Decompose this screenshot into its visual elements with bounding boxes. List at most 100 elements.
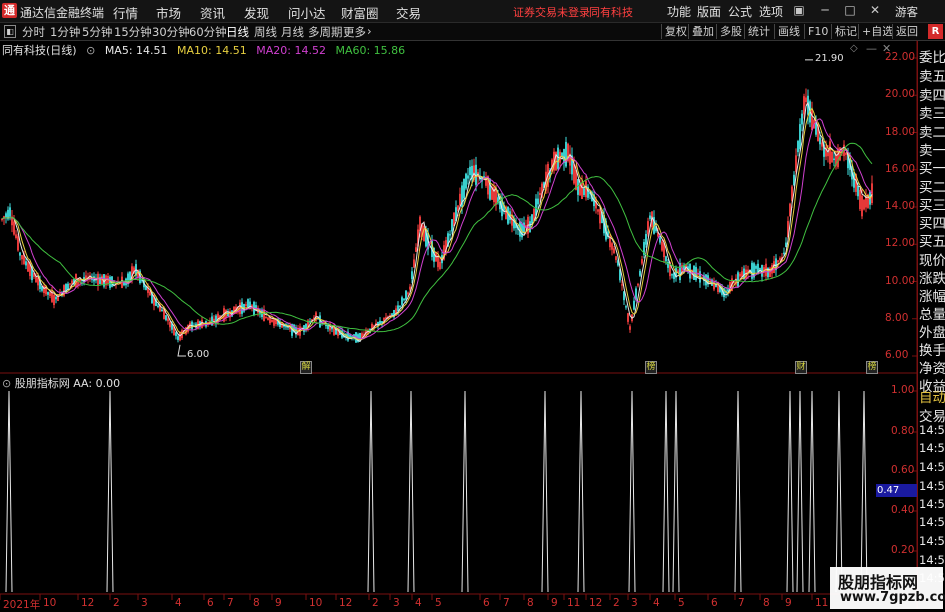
candle-body xyxy=(727,289,729,292)
quote-label[interactable]: 卖一 xyxy=(919,139,945,159)
tool-tongji[interactable]: 统计 xyxy=(744,24,773,39)
x-tick-label: 4 xyxy=(653,597,660,609)
tool-f10[interactable]: F10 xyxy=(804,24,831,39)
menu-shichang[interactable]: 市场 xyxy=(156,3,181,22)
menu-banmian[interactable]: 版面 xyxy=(697,3,721,20)
candle-body xyxy=(557,147,559,169)
indicator-settings-icon[interactable]: ⊙ xyxy=(2,377,11,390)
quote-label[interactable]: 卖二 xyxy=(919,121,945,141)
tool-fanhui[interactable]: 返回 xyxy=(892,24,921,39)
quote-label[interactable]: 买四 xyxy=(919,212,945,232)
indicator-spike xyxy=(835,390,843,593)
quote-label[interactable]: 卖三 xyxy=(919,102,945,122)
quote-label[interactable]: 涨幅 xyxy=(919,285,945,305)
quote-label[interactable]: 委比 xyxy=(919,46,945,66)
x-tick-label: 2021年 xyxy=(3,599,41,611)
x-tick-label: 2 xyxy=(113,597,120,609)
quote-label[interactable]: 卖四 xyxy=(919,84,945,104)
maximize-icon[interactable]: □ xyxy=(843,3,857,17)
quote-label[interactable]: 买三 xyxy=(919,194,945,214)
period-more[interactable]: 更多 xyxy=(343,24,366,40)
period-weekly[interactable]: 周线 xyxy=(254,24,277,40)
menu-wenxiaoda[interactable]: 问小达 xyxy=(288,3,326,22)
candle-body xyxy=(793,174,795,186)
candle-body xyxy=(755,265,757,269)
quote-label[interactable]: 14:56 xyxy=(919,479,945,493)
candle-body xyxy=(175,332,177,336)
period-60min[interactable]: 60分钟 xyxy=(189,24,227,40)
quote-label[interactable]: 现价 xyxy=(919,249,945,269)
tool-add-favorite[interactable]: +自选 xyxy=(858,24,896,39)
period-fenshi[interactable]: 分时 xyxy=(22,24,45,40)
candle-body xyxy=(853,172,855,188)
period-1min[interactable]: 1分钟 xyxy=(50,24,80,40)
menu-xuanxiang[interactable]: 选项 xyxy=(759,3,783,20)
quote-label[interactable]: 买五 xyxy=(919,230,945,250)
y-tick-label: 18.00 xyxy=(885,125,916,138)
period-daily[interactable]: 日线 xyxy=(226,24,249,40)
candle-body xyxy=(523,222,525,233)
tool-duogu[interactable]: 多股 xyxy=(716,24,745,39)
menu-gongshi[interactable]: 公式 xyxy=(728,3,752,20)
quote-label[interactable]: 14:56 xyxy=(919,497,945,511)
quote-label[interactable]: 14:56 xyxy=(919,553,945,567)
quote-label[interactable]: 买一 xyxy=(919,157,945,177)
y-tick-label: 20.00 xyxy=(885,88,916,101)
candle-body xyxy=(19,252,21,256)
quote-label[interactable]: 卖五 xyxy=(919,65,945,85)
quote-label[interactable]: 14:56 xyxy=(919,441,945,455)
period-30min[interactable]: 30分钟 xyxy=(152,24,190,40)
menu-hangqing[interactable]: 行情 xyxy=(113,3,138,22)
skin-icon[interactable]: ▣ xyxy=(792,3,806,17)
period-multi[interactable]: 多周期 xyxy=(308,24,343,40)
quote-label[interactable]: 外盘 xyxy=(919,321,945,341)
menu-faxian[interactable]: 发现 xyxy=(244,3,269,22)
x-tick-label: 11 xyxy=(567,597,581,609)
tool-huaxian[interactable]: 画线 xyxy=(774,24,803,39)
candle-body xyxy=(639,270,641,276)
chevron-right-icon[interactable]: › xyxy=(367,24,372,38)
candle-body xyxy=(783,252,785,255)
quote-label[interactable]: 14:56 xyxy=(919,423,945,437)
menu-caifuquan[interactable]: 财富圈 xyxy=(341,3,379,22)
x-tick-label: 7 xyxy=(738,597,745,609)
kline-chart[interactable] xyxy=(0,40,917,609)
period-monthly[interactable]: 月线 xyxy=(281,24,304,40)
x-tick-label: 10 xyxy=(43,597,57,609)
minimize-icon[interactable]: ─ xyxy=(818,3,832,17)
quote-label[interactable]: 换手 xyxy=(919,339,945,359)
quote-label[interactable]: 买二 xyxy=(919,176,945,196)
quote-label[interactable]: 涨跌 xyxy=(919,267,945,287)
indicator-spike xyxy=(786,390,794,593)
x-tick-label: 6 xyxy=(711,597,718,609)
event-mark: 财 xyxy=(795,361,807,374)
quote-label[interactable]: 14:56 xyxy=(919,515,945,529)
panel-toggle-icon[interactable]: ◧ xyxy=(4,25,16,38)
x-tick-label: 12 xyxy=(81,597,95,609)
candle-body xyxy=(819,137,821,145)
event-mark: 解 xyxy=(300,361,312,374)
trade-login-notice[interactable]: 证券交易未登录 xyxy=(513,4,590,20)
menu-jiaoyi[interactable]: 交易 xyxy=(396,3,421,22)
menu-gongneng[interactable]: 功能 xyxy=(667,3,691,20)
tool-fuquan[interactable]: 复权 xyxy=(661,24,690,39)
r-button[interactable]: R xyxy=(928,24,943,39)
period-5min[interactable]: 5分钟 xyxy=(82,24,112,40)
tool-biaoji[interactable]: 标记 xyxy=(831,24,860,39)
x-tick-label: 12 xyxy=(589,597,603,609)
quote-label[interactable]: 14:56 xyxy=(919,534,945,548)
candle-body xyxy=(833,158,835,161)
indicator-title[interactable]: 股朋指标网 xyxy=(15,377,70,390)
candle-body xyxy=(469,166,471,176)
candle-body xyxy=(381,321,383,324)
period-15min[interactable]: 15分钟 xyxy=(114,24,152,40)
quote-label[interactable]: 14:56 xyxy=(919,460,945,474)
menu-zixun[interactable]: 资讯 xyxy=(200,3,225,22)
quote-label[interactable]: 交易 xyxy=(919,405,945,425)
close-icon[interactable]: ✕ xyxy=(868,3,882,17)
quote-label[interactable]: 总量 xyxy=(919,303,945,323)
quote-label[interactable]: 自动 xyxy=(919,386,945,406)
guest-login[interactable]: 游客 xyxy=(895,4,918,20)
quote-label[interactable]: 净资 xyxy=(919,357,945,377)
tool-diejia[interactable]: 叠加 xyxy=(688,24,717,39)
